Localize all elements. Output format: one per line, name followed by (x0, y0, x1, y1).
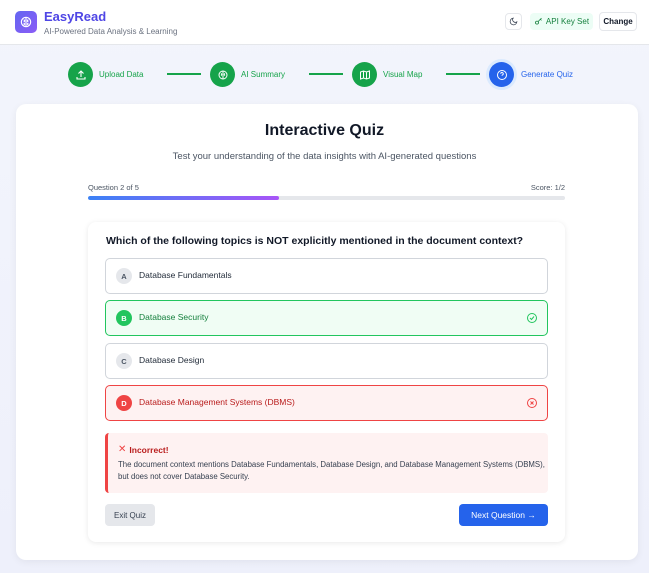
step-label-ai-summary: AI Summary (241, 70, 286, 79)
page-subtitle: Test your understanding of the data insi… (172, 151, 477, 162)
theme-toggle-button[interactable] (505, 13, 522, 30)
option-text: Database Fundamentals (139, 270, 232, 280)
option-text: Database Management Systems (DBMS) (139, 397, 295, 407)
answer-option-b[interactable]: B Database Security (105, 300, 548, 336)
moon-icon (509, 17, 518, 26)
step-connector (309, 73, 343, 75)
feedback-title-text: Incorrect! (129, 444, 169, 455)
quiz-progress-fill (88, 196, 279, 200)
upload-icon (75, 69, 86, 80)
answer-option-d[interactable]: D Database Management Systems (DBMS) (105, 385, 548, 421)
step-connector (446, 73, 480, 75)
option-text: Database Design (139, 355, 205, 365)
app-header: EasyRead AI-Powered Data Analysis & Lear… (0, 0, 649, 45)
step-upload-data[interactable] (68, 62, 93, 87)
score-text: Score: 1/2 (530, 183, 565, 192)
cross-icon: ✕ (118, 444, 127, 455)
brain-icon (218, 70, 227, 79)
option-letter: D (116, 395, 132, 411)
step-label-generate-quiz: Generate Quiz (521, 70, 574, 79)
option-text: Database Security (139, 312, 209, 322)
step-ai-summary[interactable] (210, 62, 235, 87)
next-question-button[interactable]: Next Question → (459, 504, 548, 526)
step-generate-quiz[interactable] (489, 62, 514, 87)
page-title: Interactive Quiz (264, 122, 385, 139)
app-subtitle: AI-Powered Data Analysis & Learning (44, 27, 178, 36)
feedback-text: The document context mentions Database F… (118, 460, 545, 481)
step-visual-map[interactable] (352, 62, 377, 87)
api-key-status-badge: API Key Set (530, 13, 593, 30)
change-api-key-button[interactable]: Change (599, 12, 637, 31)
help-circle-icon (496, 69, 507, 80)
option-letter: C (116, 353, 132, 369)
option-letter: B (116, 310, 132, 326)
api-key-label: API Key Set (545, 17, 590, 26)
exit-quiz-button[interactable]: Exit Quiz (105, 504, 155, 526)
x-circle-icon (527, 398, 537, 408)
step-label-upload-data: Upload Data (99, 70, 144, 79)
brain-icon (15, 11, 37, 33)
step-label-visual-map: Visual Map (383, 70, 423, 79)
check-circle-icon (527, 313, 537, 323)
question-progress-text: Question 2 of 5 (88, 183, 139, 192)
map-icon (359, 69, 370, 80)
step-connector (167, 73, 201, 75)
answer-feedback: ✕ Incorrect! The document context mentio… (105, 433, 548, 493)
app-title: EasyRead (44, 9, 107, 24)
key-icon (535, 17, 542, 25)
answer-option-a[interactable]: A Database Fundamentals (105, 258, 548, 294)
question-text: Which of the following topics is NOT exp… (106, 235, 524, 247)
feedback-title: ✕ Incorrect! (118, 444, 169, 455)
answer-option-c[interactable]: C Database Design (105, 343, 548, 379)
quiz-progress-bar (88, 196, 565, 200)
option-letter: A (116, 268, 132, 284)
